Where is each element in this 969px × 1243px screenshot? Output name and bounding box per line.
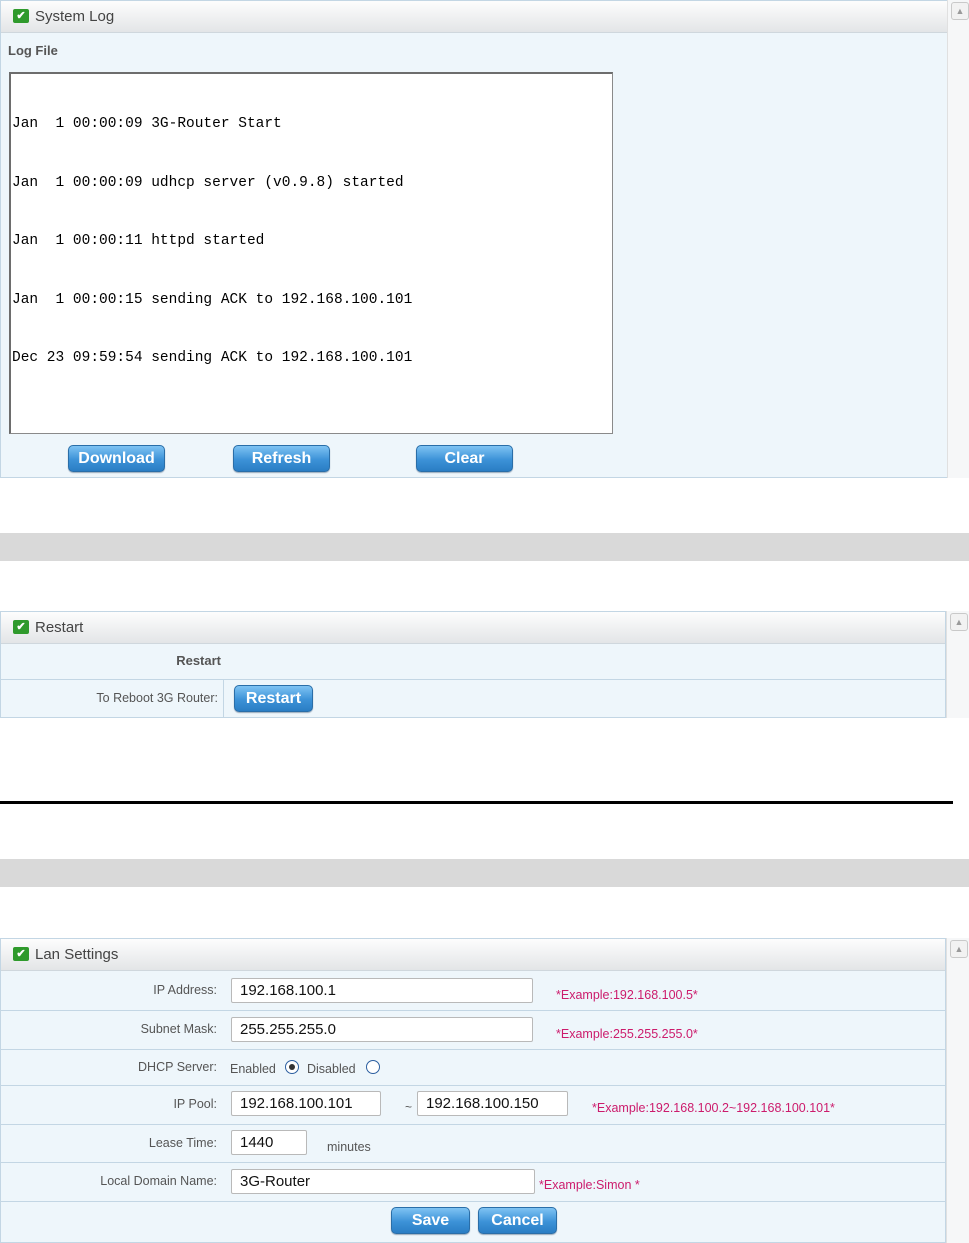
system-log-title: System Log	[35, 8, 115, 25]
restart-button[interactable]: Restart	[234, 685, 313, 712]
lan-settings-scrollbar[interactable]: ▲	[946, 938, 969, 1243]
dhcp-disabled-label: Disabled	[307, 1062, 356, 1076]
restart-title-bar: ✔ Restart	[1, 612, 945, 644]
reboot-label: To Reboot 3G Router:	[96, 691, 218, 705]
refresh-button[interactable]: Refresh	[233, 445, 330, 472]
ip-address-example: *Example:192.168.100.5*	[556, 988, 698, 1002]
system-log-scrollbar[interactable]: ▲	[947, 0, 969, 478]
lease-time-label: Lease Time:	[148, 1136, 217, 1150]
log-textarea[interactable]: Jan 1 00:00:09 3G-Router Start Jan 1 00:…	[9, 72, 613, 434]
restart-section-heading: Restart	[176, 653, 221, 668]
lan-settings-title-bar: ✔ Lan Settings	[1, 939, 945, 971]
restart-action-row: To Reboot 3G Router: Restart	[1, 679, 945, 718]
log-file-label: Log File	[8, 43, 58, 58]
ip-pool-row: IP Pool: 192.168.100.101 ~ 192.168.100.1…	[1, 1085, 945, 1125]
log-line: Jan 1 00:00:15 sending ACK to 192.168.10…	[12, 291, 413, 308]
lease-time-unit: minutes	[327, 1140, 371, 1154]
domain-name-label: Local Domain Name:	[100, 1174, 217, 1188]
separator-band	[0, 533, 969, 561]
restart-title: Restart	[35, 619, 84, 636]
ip-pool-example: *Example:192.168.100.2~192.168.100.101*	[592, 1101, 835, 1115]
chevron-up-icon[interactable]: ▲	[951, 2, 969, 20]
check-box-icon: ✔	[13, 620, 29, 634]
subnet-mask-label: Subnet Mask:	[140, 1022, 217, 1036]
subnet-mask-row: Subnet Mask: 255.255.255.0 *Example:255.…	[1, 1010, 945, 1050]
check-box-icon: ✔	[13, 947, 29, 961]
chevron-up-icon[interactable]: ▲	[950, 613, 968, 631]
cancel-button[interactable]: Cancel	[478, 1207, 557, 1234]
ip-address-input[interactable]: 192.168.100.1	[231, 978, 533, 1003]
subnet-mask-input[interactable]: 255.255.255.0	[231, 1017, 533, 1042]
domain-name-input[interactable]: 3G-Router	[231, 1169, 535, 1194]
separator-band	[0, 859, 969, 887]
horizontal-rule	[0, 801, 953, 804]
dhcp-enabled-label: Enabled	[230, 1062, 276, 1076]
lan-settings-title: Lan Settings	[35, 946, 119, 963]
subnet-mask-example: *Example:255.255.255.0*	[556, 1027, 698, 1041]
log-line: Jan 1 00:00:11 httpd started	[12, 233, 265, 249]
ip-pool-label: IP Pool:	[173, 1097, 217, 1111]
ip-address-row: IP Address: 192.168.100.1 *Example:192.1…	[1, 971, 945, 1011]
ip-pool-start-input[interactable]: 192.168.100.101	[231, 1091, 381, 1116]
dhcp-enabled-radio[interactable]	[285, 1060, 299, 1074]
system-log-title-bar: ✔ System Log	[1, 1, 947, 33]
chevron-up-icon[interactable]: ▲	[950, 940, 968, 958]
lease-time-input[interactable]: 1440	[231, 1130, 307, 1155]
log-line: Dec 23 09:59:54 sending ACK to 192.168.1…	[12, 350, 413, 366]
lease-time-row: Lease Time: 1440 minutes	[1, 1124, 945, 1163]
dhcp-server-label: DHCP Server:	[138, 1060, 217, 1074]
dhcp-server-row: DHCP Server: Enabled Disabled	[1, 1049, 945, 1086]
log-line: Jan 1 00:00:09 3G-Router Start	[12, 116, 282, 132]
domain-name-row: Local Domain Name: 3G-Router *Example:Si…	[1, 1162, 945, 1202]
restart-heading-row: Restart	[1, 644, 945, 680]
log-line: Jan 1 00:00:09 udhcp server (v0.9.8) sta…	[12, 174, 404, 191]
save-button[interactable]: Save	[391, 1207, 470, 1234]
dhcp-disabled-radio[interactable]	[366, 1060, 380, 1074]
restart-panel: ✔ Restart Restart To Reboot 3G Router: R…	[0, 611, 946, 718]
restart-scrollbar[interactable]: ▲	[946, 611, 969, 718]
lan-settings-panel: ✔ Lan Settings IP Address: 192.168.100.1…	[0, 938, 946, 1243]
clear-button[interactable]: Clear	[416, 445, 513, 472]
check-box-icon: ✔	[13, 9, 29, 23]
domain-name-example: *Example:Simon *	[539, 1178, 640, 1192]
ip-pool-separator: ~	[405, 1100, 413, 1114]
system-log-panel: ✔ System Log Log File Jan 1 00:00:09 3G-…	[0, 0, 948, 478]
ip-pool-end-input[interactable]: 192.168.100.150	[417, 1091, 568, 1116]
ip-address-label: IP Address:	[153, 983, 217, 997]
download-button[interactable]: Download	[68, 445, 165, 472]
